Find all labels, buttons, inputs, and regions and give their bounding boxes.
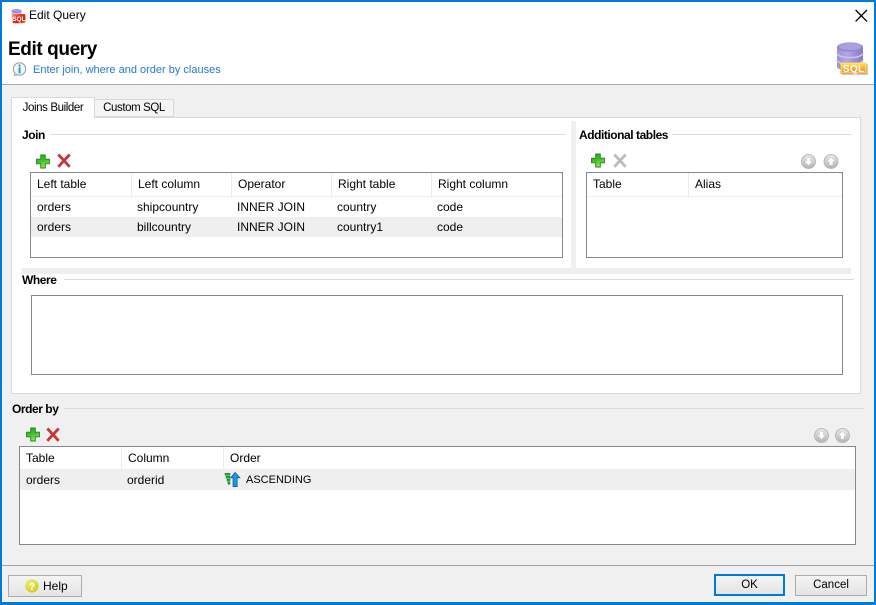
svg-text:SQL: SQL [843,63,865,75]
svg-text:SQL: SQL [12,16,25,23]
svg-text:?: ? [29,582,35,593]
